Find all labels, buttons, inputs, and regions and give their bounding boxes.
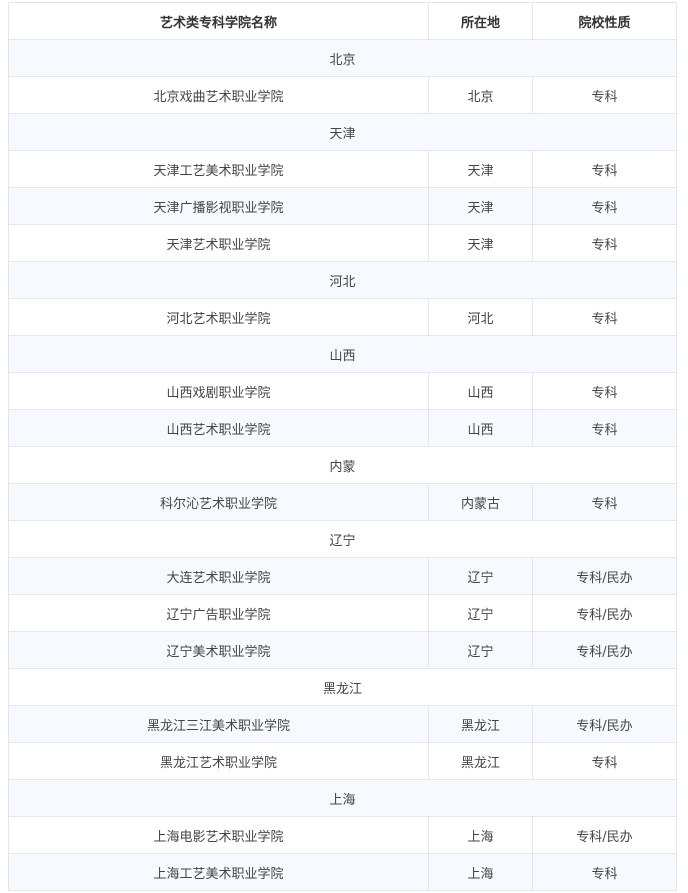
region-label: 黑龙江 bbox=[8, 668, 677, 706]
college-type-cell: 专科 bbox=[532, 224, 677, 262]
college-name-cell: 黑龙江三江美术职业学院 bbox=[8, 705, 429, 743]
college-name-cell: 黑龙江艺术职业学院 bbox=[8, 742, 429, 780]
college-name-cell: 辽宁美术职业学院 bbox=[8, 631, 429, 669]
location-cell: 山西 bbox=[428, 372, 533, 410]
region-label: 天津 bbox=[8, 113, 677, 151]
location-cell: 天津 bbox=[428, 150, 533, 188]
table-row: 河北艺术职业学院 河北 专科 bbox=[8, 298, 677, 336]
location-cell: 上海 bbox=[428, 816, 533, 854]
college-name-cell: 天津广播影视职业学院 bbox=[8, 187, 429, 225]
college-name-cell: 天津工艺美术职业学院 bbox=[8, 150, 429, 188]
college-type-cell: 专科/民办 bbox=[532, 816, 677, 854]
header-location: 所在地 bbox=[428, 2, 533, 40]
region-label: 内蒙 bbox=[8, 446, 677, 484]
table-header-row: 艺术类专科学院名称 所在地 院校性质 bbox=[8, 2, 677, 40]
college-type-cell: 专科 bbox=[532, 409, 677, 447]
table-body: 北京 北京戏曲艺术职业学院 北京 专科 天津 天津工艺美术职业学院 天津 专科 天津广播影视职业… bbox=[8, 39, 677, 891]
table-row: 黑龙江艺术职业学院 黑龙江 专科 bbox=[8, 742, 677, 780]
college-type-cell: 专科 bbox=[532, 187, 677, 225]
table-row: 天津广播影视职业学院 天津 专科 bbox=[8, 187, 677, 225]
table-row: 辽宁广告职业学院 辽宁 专科/民办 bbox=[8, 594, 677, 632]
college-name-cell: 科尔沁艺术职业学院 bbox=[8, 483, 429, 521]
location-cell: 辽宁 bbox=[428, 594, 533, 632]
region-row: 天津 bbox=[8, 113, 677, 151]
region-row: 河北 bbox=[8, 261, 677, 299]
college-type-cell: 专科/民办 bbox=[532, 594, 677, 632]
region-label: 北京 bbox=[8, 39, 677, 77]
region-row: 辽宁 bbox=[8, 520, 677, 558]
region-label: 上海 bbox=[8, 779, 677, 817]
location-cell: 河北 bbox=[428, 298, 533, 336]
college-name-cell: 大连艺术职业学院 bbox=[8, 557, 429, 595]
art-colleges-table: 艺术类专科学院名称 所在地 院校性质 北京 北京戏曲艺术职业学院 北京 专科 天津 天津工… bbox=[8, 2, 677, 891]
college-name-cell: 辽宁广告职业学院 bbox=[8, 594, 429, 632]
college-type-cell: 专科 bbox=[532, 372, 677, 410]
location-cell: 山西 bbox=[428, 409, 533, 447]
table-row: 上海电影艺术职业学院 上海 专科/民办 bbox=[8, 816, 677, 854]
college-name-cell: 山西戏剧职业学院 bbox=[8, 372, 429, 410]
region-label: 河北 bbox=[8, 261, 677, 299]
region-row: 上海 bbox=[8, 779, 677, 817]
location-cell: 黑龙江 bbox=[428, 742, 533, 780]
college-type-cell: 专科 bbox=[532, 76, 677, 114]
region-row: 山西 bbox=[8, 335, 677, 373]
table-row: 天津艺术职业学院 天津 专科 bbox=[8, 224, 677, 262]
location-cell: 辽宁 bbox=[428, 557, 533, 595]
header-college-name: 艺术类专科学院名称 bbox=[8, 2, 429, 40]
region-row: 北京 bbox=[8, 39, 677, 77]
college-type-cell: 专科/民办 bbox=[532, 557, 677, 595]
table-row: 山西艺术职业学院 山西 专科 bbox=[8, 409, 677, 447]
table-row: 山西戏剧职业学院 山西 专科 bbox=[8, 372, 677, 410]
table-row: 上海工艺美术职业学院 上海 专科 bbox=[8, 853, 677, 891]
table-row: 北京戏曲艺术职业学院 北京 专科 bbox=[8, 76, 677, 114]
college-type-cell: 专科 bbox=[532, 853, 677, 891]
college-name-cell: 上海工艺美术职业学院 bbox=[8, 853, 429, 891]
colleges-table-container: 艺术类专科学院名称 所在地 院校性质 北京 北京戏曲艺术职业学院 北京 专科 天津 天津工… bbox=[8, 2, 677, 891]
college-type-cell: 专科 bbox=[532, 150, 677, 188]
region-row: 黑龙江 bbox=[8, 668, 677, 706]
table-row: 大连艺术职业学院 辽宁 专科/民办 bbox=[8, 557, 677, 595]
location-cell: 内蒙古 bbox=[428, 483, 533, 521]
region-row: 内蒙 bbox=[8, 446, 677, 484]
table-row: 天津工艺美术职业学院 天津 专科 bbox=[8, 150, 677, 188]
header-college-type: 院校性质 bbox=[532, 2, 677, 40]
region-label: 山西 bbox=[8, 335, 677, 373]
table-row: 黑龙江三江美术职业学院 黑龙江 专科/民办 bbox=[8, 705, 677, 743]
location-cell: 天津 bbox=[428, 187, 533, 225]
location-cell: 北京 bbox=[428, 76, 533, 114]
table-row: 科尔沁艺术职业学院 内蒙古 专科 bbox=[8, 483, 677, 521]
location-cell: 天津 bbox=[428, 224, 533, 262]
region-label: 辽宁 bbox=[8, 520, 677, 558]
college-type-cell: 专科/民办 bbox=[532, 631, 677, 669]
location-cell: 上海 bbox=[428, 853, 533, 891]
college-type-cell: 专科 bbox=[532, 298, 677, 336]
college-type-cell: 专科 bbox=[532, 483, 677, 521]
college-type-cell: 专科 bbox=[532, 742, 677, 780]
college-name-cell: 上海电影艺术职业学院 bbox=[8, 816, 429, 854]
table-row: 辽宁美术职业学院 辽宁 专科/民办 bbox=[8, 631, 677, 669]
college-name-cell: 河北艺术职业学院 bbox=[8, 298, 429, 336]
location-cell: 黑龙江 bbox=[428, 705, 533, 743]
college-name-cell: 山西艺术职业学院 bbox=[8, 409, 429, 447]
location-cell: 辽宁 bbox=[428, 631, 533, 669]
college-name-cell: 北京戏曲艺术职业学院 bbox=[8, 76, 429, 114]
college-name-cell: 天津艺术职业学院 bbox=[8, 224, 429, 262]
college-type-cell: 专科/民办 bbox=[532, 705, 677, 743]
